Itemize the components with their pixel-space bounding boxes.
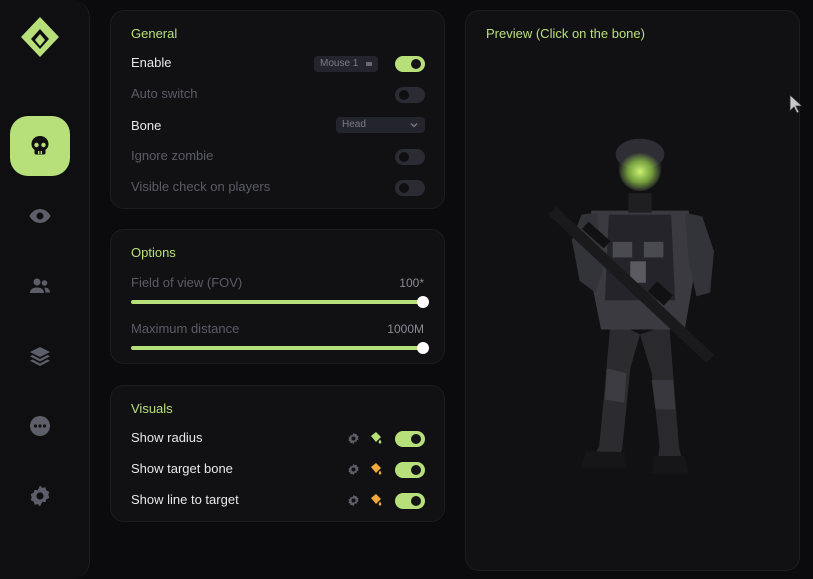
radius-color-bucket-icon[interactable] <box>369 431 383 445</box>
show-target-bone-label: Show target bone <box>131 461 233 476</box>
bone-select-value: Head <box>342 119 366 130</box>
max-distance-slider-thumb[interactable] <box>417 342 429 354</box>
bone-label: Bone <box>131 118 162 133</box>
target-bone-color-bucket-icon[interactable] <box>369 462 383 476</box>
preview-card: Preview (Click on the bone) <box>465 10 800 571</box>
show-radius-toggle[interactable] <box>395 431 425 447</box>
visible-check-toggle[interactable] <box>395 180 425 196</box>
ignore-zombie-label: Ignore zombie <box>131 148 214 163</box>
diamond-logo-icon <box>21 17 59 57</box>
sidebar-item-layers[interactable] <box>10 326 70 386</box>
general-title: General <box>131 26 178 41</box>
show-line-label: Show line to target <box>131 492 239 507</box>
sidebar-item-players[interactable] <box>10 256 70 316</box>
enable-toggle[interactable] <box>395 56 425 72</box>
skull-icon <box>31 136 49 155</box>
visible-check-label: Visible check on players <box>131 179 271 194</box>
max-distance-slider-track[interactable] <box>131 346 424 350</box>
keybind-indicator-icon <box>366 62 373 66</box>
mouse-cursor-icon <box>789 94 803 114</box>
layers-icon <box>30 347 50 366</box>
gear-icon <box>30 485 50 507</box>
options-card: Options Field of view (FOV) 100* Maximum… <box>110 229 445 364</box>
enable-keybind[interactable]: Mouse 1 <box>314 56 379 72</box>
visuals-title: Visuals <box>131 401 173 416</box>
preview-title: Preview (Click on the bone) <box>486 26 645 41</box>
options-title: Options <box>131 245 176 260</box>
keybind-label: Mouse 1 <box>320 58 359 69</box>
sidebar-item-settings[interactable] <box>10 466 70 526</box>
bone-select[interactable]: Head <box>336 117 425 133</box>
max-distance-value: 1000M <box>387 322 424 336</box>
show-radius-label: Show radius <box>131 430 203 445</box>
target-bone-settings-gear-icon[interactable] <box>347 463 360 476</box>
fov-label: Field of view (FOV) <box>131 275 243 290</box>
ignore-zombie-toggle[interactable] <box>395 149 425 165</box>
chevron-down-icon <box>410 123 418 128</box>
radius-settings-gear-icon[interactable] <box>347 432 360 445</box>
show-line-toggle[interactable] <box>395 493 425 509</box>
general-card: General Enable Mouse 1 Auto switch Bone … <box>110 10 445 209</box>
users-icon <box>30 278 50 293</box>
sidebar-item-aimbot[interactable] <box>10 116 70 176</box>
fov-slider-thumb[interactable] <box>417 296 429 308</box>
fov-value: 100* <box>399 276 424 290</box>
sidebar-item-visuals[interactable] <box>10 186 70 246</box>
sidebar <box>0 0 90 579</box>
auto-switch-label: Auto switch <box>131 86 198 101</box>
fov-slider-track[interactable] <box>131 300 424 304</box>
eye-icon <box>29 209 51 223</box>
max-distance-label: Maximum distance <box>131 321 240 336</box>
line-settings-gear-icon[interactable] <box>347 494 360 507</box>
more-icon <box>30 416 50 436</box>
enable-label: Enable <box>131 55 172 70</box>
visuals-card: Visuals Show radius Show target bone Sho… <box>110 385 445 522</box>
soldier-model-image[interactable] <box>540 125 740 495</box>
show-target-bone-toggle[interactable] <box>395 462 425 478</box>
auto-switch-toggle[interactable] <box>395 87 425 103</box>
line-color-bucket-icon[interactable] <box>369 493 383 507</box>
sidebar-item-more[interactable] <box>10 396 70 456</box>
